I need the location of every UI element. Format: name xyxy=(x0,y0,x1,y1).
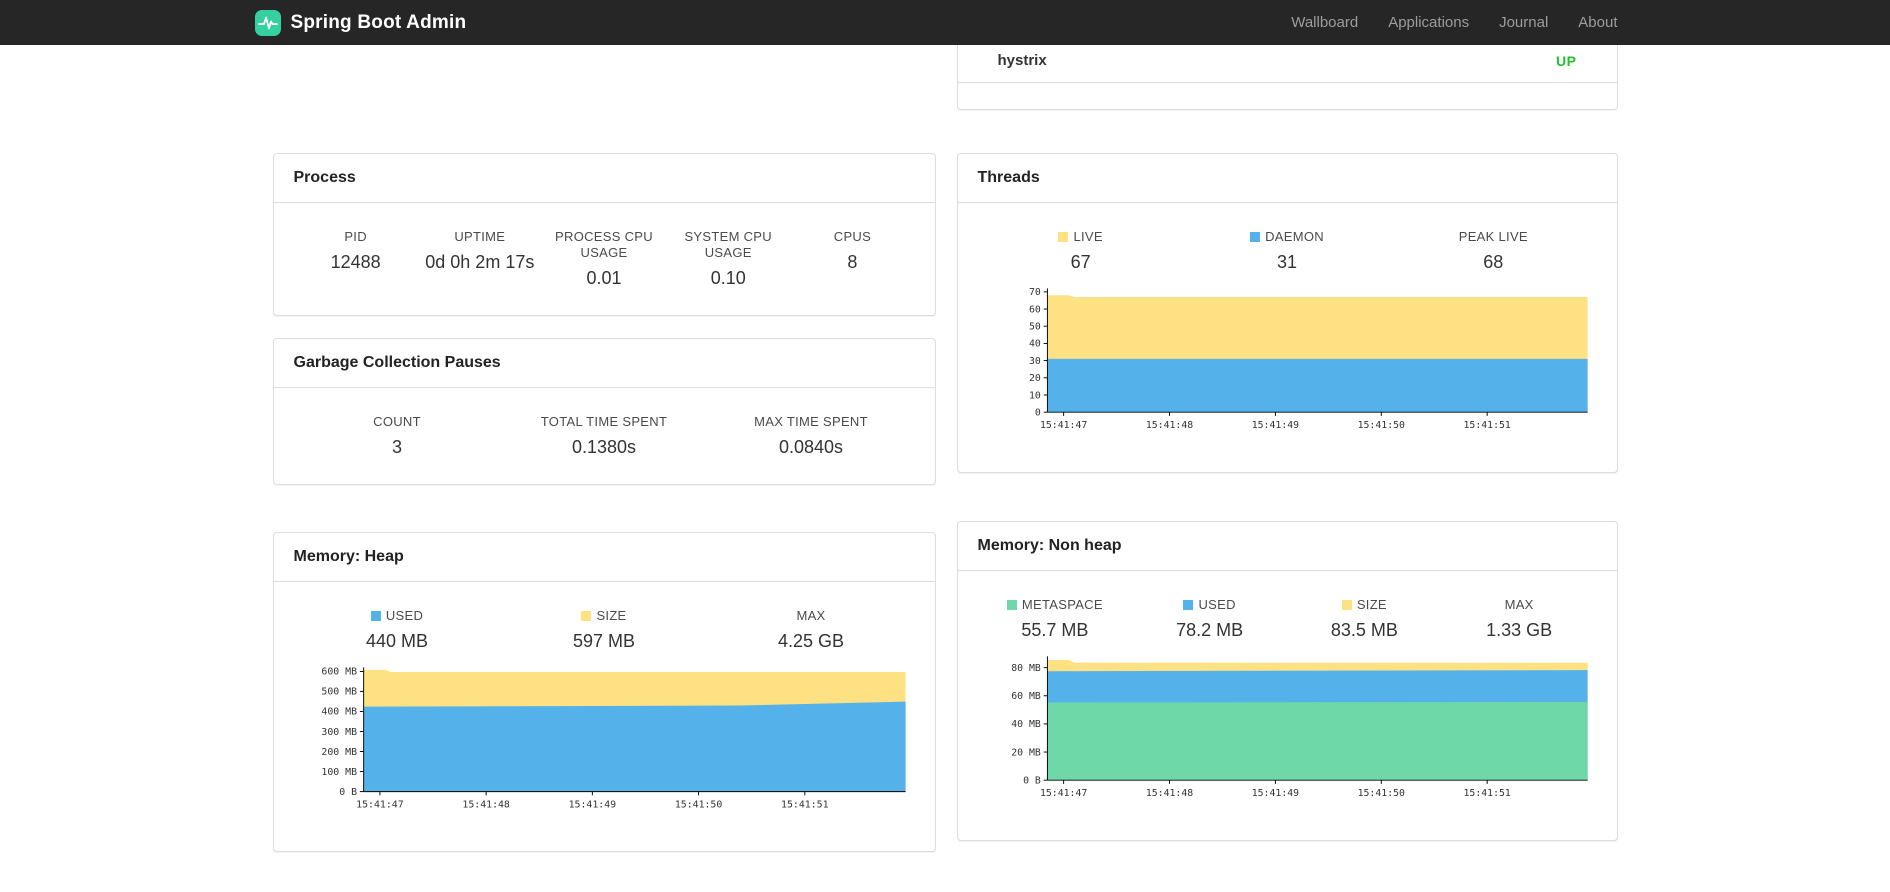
threads-live-swatch-icon xyxy=(1058,232,1069,242)
svg-text:400 MB: 400 MB xyxy=(321,707,357,718)
stat-uptime: UPTIME 0d 0h 2m 17s xyxy=(425,229,535,272)
nav-applications[interactable]: Applications xyxy=(1388,14,1469,31)
svg-text:40 MB: 40 MB xyxy=(1011,719,1041,730)
svg-text:500 MB: 500 MB xyxy=(321,687,357,698)
process-title: Process xyxy=(273,154,935,203)
svg-text:15:41:50: 15:41:50 xyxy=(1357,788,1404,799)
memory-heap-title: Memory: Heap xyxy=(273,533,935,582)
stat-heap-max: MAX 4.25 GB xyxy=(777,608,845,651)
gc-title: Garbage Collection Pauses xyxy=(273,339,935,388)
stat-nonheap-max: MAX 1.33 GB xyxy=(1486,596,1553,640)
stat-gc-count: COUNT 3 xyxy=(373,414,421,457)
svg-text:600 MB: 600 MB xyxy=(321,667,357,678)
svg-text:15:41:51: 15:41:51 xyxy=(1463,788,1510,799)
svg-text:15:41:49: 15:41:49 xyxy=(1251,788,1298,799)
nav-links: Wallboard Applications Journal About xyxy=(1261,14,1617,31)
heap-used-swatch-icon xyxy=(370,611,381,621)
panel-threads: Threads LIVE 67 DAEMON 31 PEAK LIVE 68 0… xyxy=(956,153,1618,473)
svg-text:0 B: 0 B xyxy=(339,787,357,798)
memory-heap-chart: 0 B 100 MB 200 MB 300 MB 400 MB 500 MB 600 MB 1… xyxy=(294,658,915,825)
svg-text:60 MB: 60 MB xyxy=(1011,691,1041,702)
heap-size-swatch-icon xyxy=(581,611,592,621)
nav-journal[interactable]: Journal xyxy=(1499,14,1548,31)
stat-cpus: CPUS 8 xyxy=(833,229,872,272)
threads-title: Threads xyxy=(957,154,1617,203)
brand[interactable]: Spring Boot Admin xyxy=(254,9,467,36)
stat-process-cpu-usage: PROCESS CPU USAGE 0.01 xyxy=(555,229,653,288)
svg-text:200 MB: 200 MB xyxy=(321,747,357,758)
svg-text:15:41:49: 15:41:49 xyxy=(1251,420,1298,431)
svg-text:60: 60 xyxy=(1029,304,1041,315)
stat-nonheap-metaspace: METASPACE 55.7 MB xyxy=(978,597,1133,641)
spring-boot-admin-logo-icon xyxy=(254,9,281,36)
threads-chart: 0 10 20 30 40 50 60 70 15:41:47 15:41:48 15:41:49 1… xyxy=(978,279,1597,446)
stat-gc-total-time: TOTAL TIME SPENT 0.1380s xyxy=(540,414,668,457)
stat-heap-size: SIZE 597 MB xyxy=(572,608,636,651)
svg-text:80 MB: 80 MB xyxy=(1011,663,1041,674)
svg-text:70: 70 xyxy=(1029,287,1041,298)
threads-daemon-swatch-icon xyxy=(1250,232,1261,242)
stat-system-cpu-usage: SYSTEM CPU USAGE 0.10 xyxy=(684,229,772,288)
memory-nonheap-chart: 0 B 20 MB 40 MB 60 MB 80 MB 15:41:47 15:41:48 1… xyxy=(978,647,1597,814)
svg-text:15:41:50: 15:41:50 xyxy=(674,800,722,811)
svg-text:0: 0 xyxy=(1034,407,1040,418)
svg-text:15:41:47: 15:41:47 xyxy=(356,800,404,811)
svg-text:15:41:48: 15:41:48 xyxy=(462,800,510,811)
svg-text:15:41:49: 15:41:49 xyxy=(568,800,616,811)
nav-about[interactable]: About xyxy=(1578,14,1617,31)
svg-text:50: 50 xyxy=(1029,321,1041,332)
svg-text:0 B: 0 B xyxy=(1023,775,1041,786)
svg-text:15:41:51: 15:41:51 xyxy=(781,800,829,811)
svg-text:100 MB: 100 MB xyxy=(321,767,357,778)
panel-spacer xyxy=(958,83,1617,109)
panel-memory-heap: Memory: Heap USED 440 MB SIZE 597 MB MAX… xyxy=(272,532,936,853)
svg-text:15:41:48: 15:41:48 xyxy=(1145,788,1192,799)
stat-threads-peak-live: PEAK LIVE 68 xyxy=(1458,229,1528,272)
svg-text:15:41:47: 15:41:47 xyxy=(1039,788,1086,799)
stat-nonheap-size: SIZE 83.5 MB xyxy=(1330,596,1398,640)
panel-application-status: hystrix UP xyxy=(956,38,1618,110)
svg-text:15:41:50: 15:41:50 xyxy=(1357,420,1404,431)
svg-text:300 MB: 300 MB xyxy=(321,727,357,738)
svg-text:15:41:51: 15:41:51 xyxy=(1463,420,1510,431)
application-status-badge: UP xyxy=(1556,52,1577,69)
memory-nonheap-title: Memory: Non heap xyxy=(957,522,1617,571)
stat-gc-max-time: MAX TIME SPENT 0.0840s xyxy=(754,414,868,457)
panel-garbage-collection: Garbage Collection Pauses COUNT 3 TOTAL … xyxy=(272,338,936,485)
svg-text:30: 30 xyxy=(1029,356,1041,367)
svg-text:20 MB: 20 MB xyxy=(1011,747,1041,758)
svg-text:15:41:47: 15:41:47 xyxy=(1039,420,1086,431)
stat-threads-live: LIVE 67 xyxy=(978,229,1184,273)
stat-heap-used: USED 440 MB xyxy=(365,608,429,651)
nonheap-size-swatch-icon xyxy=(1341,599,1352,610)
panel-process: Process PID 12488 UPTIME 0d 0h 2m 17s PR… xyxy=(272,153,936,316)
svg-text:40: 40 xyxy=(1029,339,1041,350)
nonheap-used-swatch-icon xyxy=(1183,599,1194,610)
svg-text:15:41:48: 15:41:48 xyxy=(1145,420,1192,431)
brand-title: Spring Boot Admin xyxy=(290,11,467,33)
panel-memory-nonheap: Memory: Non heap METASPACE 55.7 MB USED xyxy=(956,520,1618,841)
stat-pid: PID 12488 xyxy=(330,229,381,272)
application-name: hystrix xyxy=(997,52,1047,69)
stat-nonheap-used: USED 78.2 MB xyxy=(1176,596,1244,640)
svg-text:10: 10 xyxy=(1029,390,1041,401)
svg-text:20: 20 xyxy=(1029,373,1041,384)
nav-wallboard[interactable]: Wallboard xyxy=(1291,14,1358,31)
application-row-hystrix: hystrix UP xyxy=(957,39,1617,83)
stat-threads-daemon: DAEMON 31 xyxy=(1184,229,1390,273)
navbar: Spring Boot Admin Wallboard Applications… xyxy=(0,0,1890,45)
nonheap-metaspace-swatch-icon xyxy=(1006,599,1017,610)
